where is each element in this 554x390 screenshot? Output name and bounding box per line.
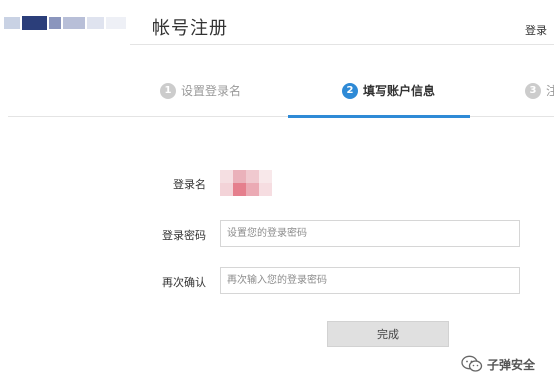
page-title: 帐号注册 bbox=[152, 18, 228, 39]
step-set-login-name: 1 设置登录名 bbox=[160, 82, 241, 99]
step-label: 填写账户信息 bbox=[363, 84, 436, 98]
password-label: 登录密码 bbox=[162, 229, 206, 242]
password-input[interactable] bbox=[220, 220, 520, 247]
step-label: 注 bbox=[546, 84, 554, 98]
active-step-indicator bbox=[288, 115, 470, 118]
steps-divider bbox=[8, 116, 554, 117]
finish-button[interactable]: 完成 bbox=[327, 321, 449, 347]
step-number-badge: 3 bbox=[525, 82, 541, 99]
username-label: 登录名 bbox=[173, 178, 206, 191]
step-third: 3 注 bbox=[525, 82, 554, 99]
step-label: 设置登录名 bbox=[181, 84, 242, 98]
logo-blurred bbox=[4, 6, 126, 40]
watermark-text: 子弹安全 bbox=[487, 357, 536, 372]
username-value-blurred bbox=[220, 170, 272, 196]
step-number-badge: 2 bbox=[342, 82, 358, 99]
login-link[interactable]: 登录 bbox=[525, 22, 547, 38]
step-number-badge: 1 bbox=[160, 82, 176, 99]
wechat-icon bbox=[461, 355, 483, 372]
confirm-password-input[interactable] bbox=[220, 267, 520, 294]
watermark: 子弹安全 bbox=[461, 355, 535, 373]
header-divider bbox=[130, 44, 554, 45]
step-fill-account-info: 2 填写账户信息 bbox=[342, 82, 435, 99]
confirm-password-label: 再次确认 bbox=[162, 276, 206, 289]
